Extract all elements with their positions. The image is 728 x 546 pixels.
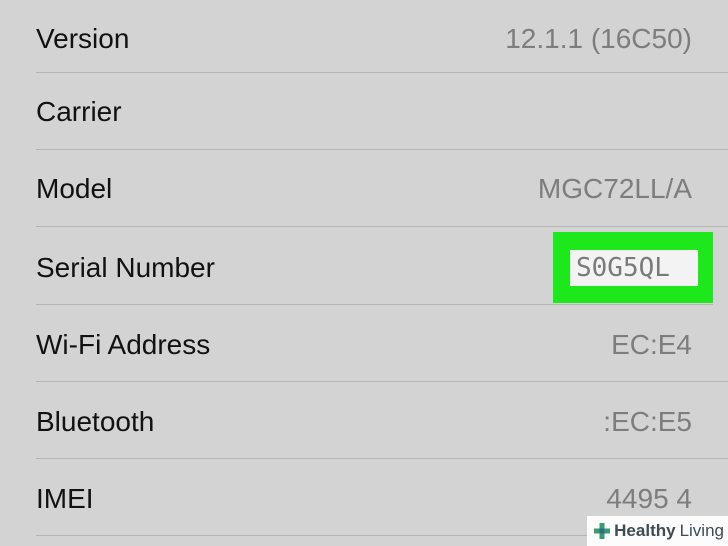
row-bluetooth[interactable]: Bluetooth :EC:E5 — [0, 383, 728, 460]
version-label: Version — [36, 22, 130, 54]
wifi-address-value: EC:E4 — [611, 328, 692, 360]
row-carrier[interactable]: Carrier — [0, 73, 728, 150]
version-value: 12.1.1 (16C50) — [505, 22, 692, 54]
divider — [36, 458, 728, 459]
watermark-brand-light: Living — [679, 521, 724, 540]
model-label: Model — [36, 172, 113, 204]
wifi-address-label: Wi-Fi Address — [36, 328, 211, 360]
divider — [36, 226, 728, 227]
model-value: MGC72LL/A — [537, 172, 692, 204]
serial-number-label: Serial Number — [36, 251, 215, 283]
healthy-living-watermark: Healthy Living — [587, 516, 728, 546]
imei-value: 4495 4 — [606, 482, 692, 514]
row-wifi-address[interactable]: Wi-Fi Address EC:E4 — [0, 306, 728, 383]
row-model[interactable]: Model MGC72LL/A — [0, 150, 728, 227]
bluetooth-label: Bluetooth — [36, 405, 155, 437]
bluetooth-value: :EC:E5 — [603, 405, 692, 437]
serial-number-value[interactable]: S0G5QL — [576, 250, 670, 286]
carrier-label: Carrier — [36, 95, 122, 127]
divider — [36, 381, 728, 382]
row-version[interactable]: Version 12.1.1 (16C50) — [0, 0, 728, 77]
plus-icon — [594, 523, 611, 539]
watermark-brand-bold: Healthy — [614, 521, 676, 540]
about-settings-screen: Version 12.1.1 (16C50) Carrier Model MGC… — [0, 0, 728, 546]
imei-label: IMEI — [36, 482, 94, 514]
divider — [36, 304, 713, 305]
